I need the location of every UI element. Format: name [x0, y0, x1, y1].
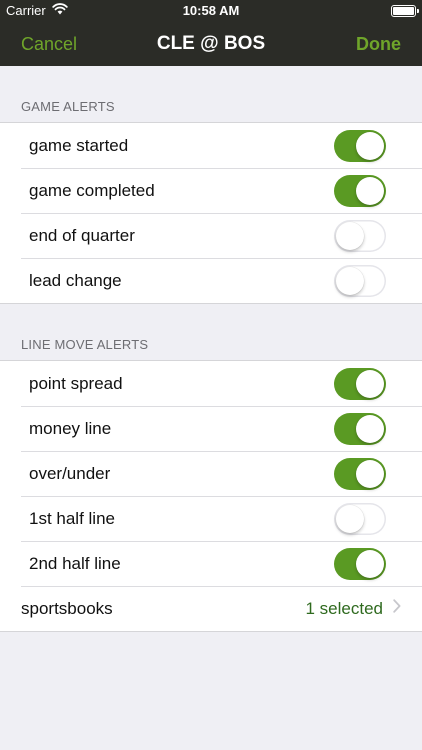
point-spread-toggle[interactable] — [334, 367, 386, 400]
list-item: point spread — [0, 361, 422, 406]
section-header-line-move-alerts: LINE MOVE ALERTS — [21, 337, 149, 352]
list-item: money line — [0, 406, 422, 451]
status-time: 10:58 AM — [182, 3, 240, 18]
over-under-toggle[interactable] — [334, 457, 386, 490]
navigation-bar: Cancel CLE @ BOS Done — [0, 22, 422, 66]
toggle-knob — [356, 131, 384, 160]
row-label: money line — [29, 418, 112, 438]
sportsbooks-detail: 1 selected — [306, 599, 402, 619]
game-completed-toggle[interactable] — [334, 174, 386, 207]
row-label: lead change — [29, 270, 122, 290]
list-item: game started — [0, 123, 422, 168]
second-half-line-toggle[interactable] — [334, 547, 386, 580]
toggle-knob — [356, 414, 384, 443]
row-label: 2nd half line — [29, 553, 121, 573]
cancel-button[interactable]: Cancel — [21, 34, 77, 55]
toggle-knob — [356, 459, 384, 488]
status-bar: Carrier 10:58 AM — [0, 0, 422, 22]
game-started-toggle[interactable] — [334, 129, 386, 162]
toggle-knob — [336, 504, 364, 533]
toggle-knob — [336, 221, 364, 250]
row-label: end of quarter — [29, 225, 135, 245]
row-label: game completed — [29, 180, 155, 200]
money-line-toggle[interactable] — [334, 412, 386, 445]
chevron-right-icon — [393, 599, 401, 618]
row-label: over/under — [29, 463, 111, 483]
list-item: over/under — [0, 451, 422, 496]
sportsbooks-label: sportsbooks — [21, 598, 113, 618]
list-item: game completed — [0, 168, 422, 213]
game-alerts-group: game started game completed end of quart… — [0, 122, 422, 304]
toggle-knob — [356, 549, 384, 578]
list-item: lead change — [0, 258, 422, 303]
first-half-line-toggle[interactable] — [334, 502, 386, 535]
list-item: end of quarter — [0, 213, 422, 258]
top-bar: Carrier 10:58 AM Cancel CLE @ BOS Done — [0, 0, 422, 66]
lead-change-toggle[interactable] — [334, 264, 386, 297]
end-of-quarter-toggle[interactable] — [334, 219, 386, 252]
line-move-alerts-group: point spread money line over/under 1st h… — [0, 360, 422, 632]
section-header-game-alerts: GAME ALERTS — [21, 99, 115, 114]
sportsbooks-row[interactable]: sportsbooks 1 selected — [0, 586, 422, 631]
toggle-knob — [336, 266, 364, 295]
sportsbooks-value: 1 selected — [305, 598, 384, 618]
row-label: 1st half line — [29, 508, 115, 528]
toggle-knob — [356, 369, 384, 398]
list-item: 2nd half line — [0, 541, 422, 586]
battery-icon — [391, 5, 419, 17]
row-label: point spread — [29, 373, 123, 393]
toggle-knob — [356, 176, 384, 205]
list-item: 1st half line — [0, 496, 422, 541]
done-button[interactable]: Done — [356, 34, 401, 55]
row-label: game started — [29, 135, 129, 155]
